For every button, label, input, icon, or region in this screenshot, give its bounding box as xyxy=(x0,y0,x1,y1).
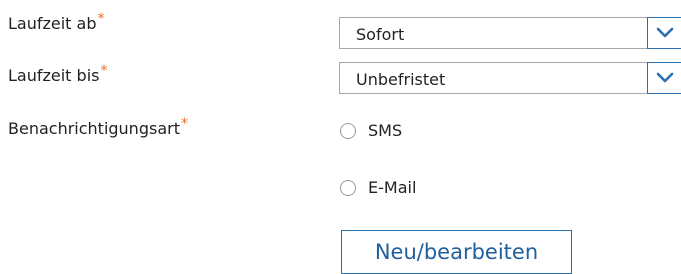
benachrichtigungsart-label-text: Benachrichtigungsart xyxy=(8,119,180,138)
laufzeit-bis-label-text: Laufzeit bis xyxy=(8,66,100,85)
laufzeit-ab-dropdown-button[interactable] xyxy=(647,17,681,49)
required-marker: * xyxy=(100,63,108,79)
laufzeit-ab-label-text: Laufzeit ab xyxy=(8,14,97,33)
radio-button-sms[interactable] xyxy=(340,123,356,139)
radio-label-email: E-Mail xyxy=(368,178,417,197)
laufzeit-bis-select[interactable]: Unbefristet xyxy=(339,62,681,94)
required-marker: * xyxy=(180,116,188,132)
laufzeit-ab-value: Sofort xyxy=(356,25,405,44)
laufzeit-bis-value: Unbefristet xyxy=(356,70,446,89)
chevron-down-icon xyxy=(656,27,674,38)
required-marker: * xyxy=(97,11,105,27)
laufzeit-ab-select[interactable]: Sofort xyxy=(339,17,681,49)
radio-button-email[interactable] xyxy=(340,180,356,196)
laufzeit-ab-label: Laufzeit ab* xyxy=(8,11,105,35)
radio-label-sms: SMS xyxy=(368,121,403,140)
chevron-down-icon xyxy=(656,72,674,83)
neu-bearbeiten-button[interactable]: Neu/bearbeiten xyxy=(341,230,572,274)
laufzeit-bis-label: Laufzeit bis* xyxy=(8,63,108,87)
laufzeit-bis-dropdown-button[interactable] xyxy=(647,62,681,94)
benachrichtigungsart-label: Benachrichtigungsart* xyxy=(8,116,188,140)
